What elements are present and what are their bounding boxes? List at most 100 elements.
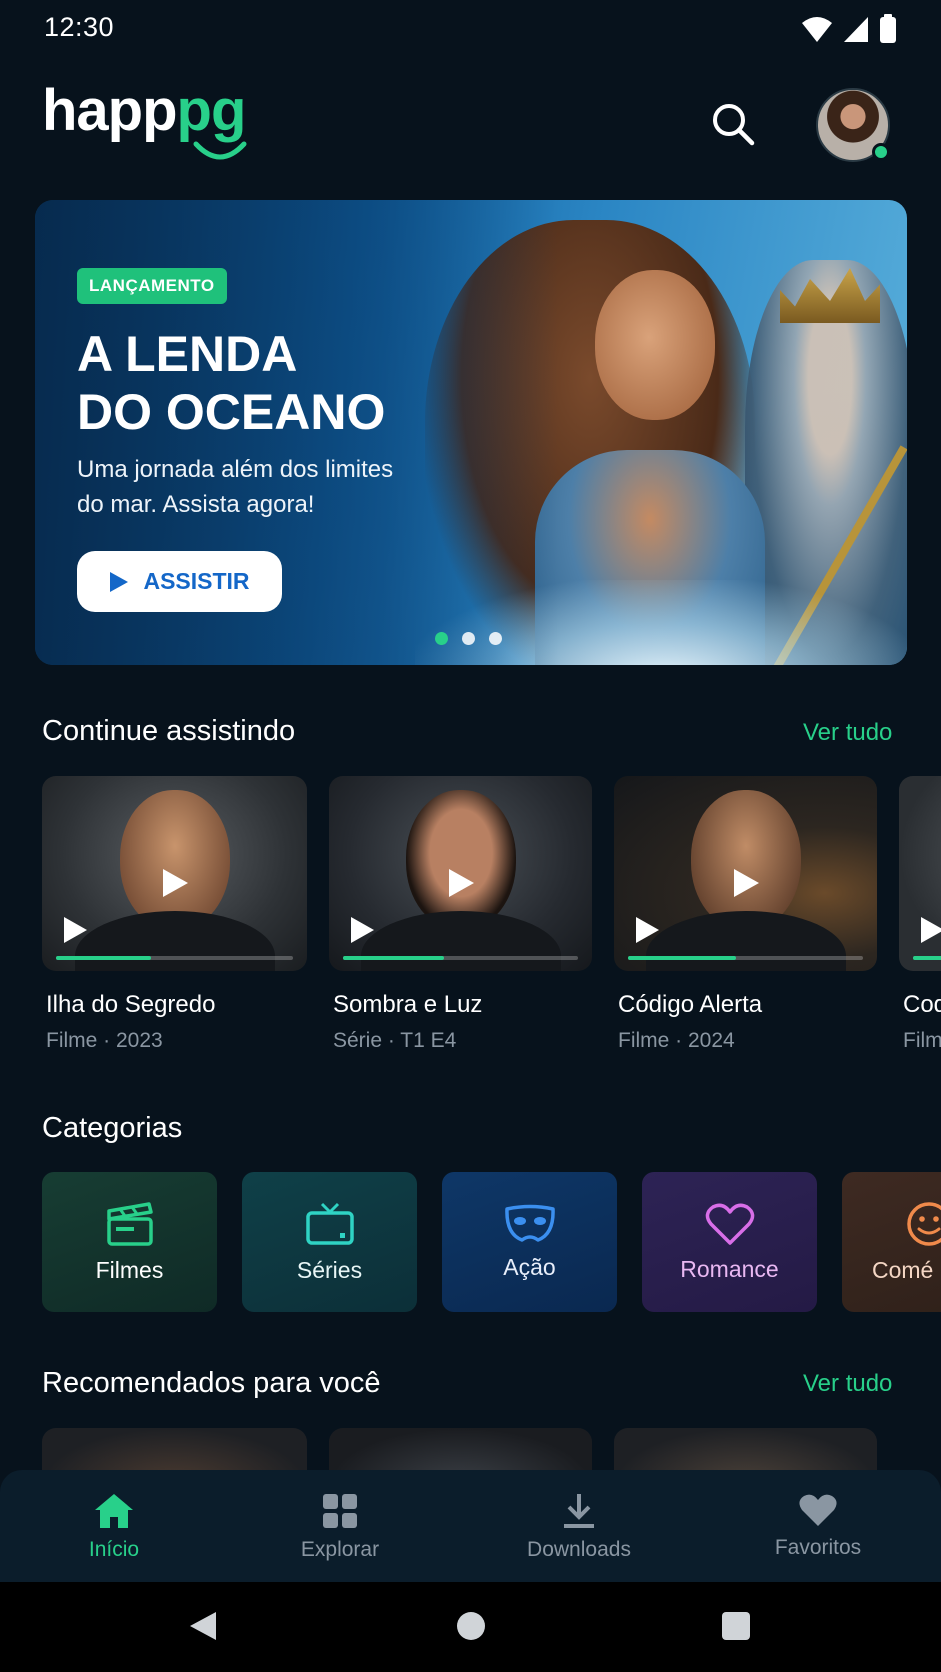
categories-row: Filmes Séries Ação Romance Comé	[42, 1172, 941, 1314]
category-films[interactable]: Filmes	[42, 1172, 217, 1312]
recommended-title: Recomendados para você	[42, 1367, 381, 1399]
hero-subtitle-line1: Uma jornada além dos limites	[77, 456, 394, 483]
home-icon	[95, 1494, 133, 1528]
play-icon	[64, 917, 87, 943]
continue-watching-title: Continue assistindo	[42, 715, 296, 747]
play-icon	[351, 917, 374, 943]
continue-watching-row: Ilha do Segredo Filme · 2023 Sombra e Lu…	[42, 776, 941, 1056]
category-action[interactable]: Ação	[442, 1172, 617, 1312]
continue-card-meta: Film	[903, 1029, 941, 1052]
bottom-navigation: Início Explorar Downloads Favoritos	[0, 1470, 941, 1582]
thumbnail-face	[119, 790, 230, 930]
play-icon	[921, 917, 941, 943]
tv-icon	[305, 1202, 354, 1245]
continue-card-meta: Série · T1 E4	[333, 1029, 457, 1052]
continue-card-thumbnail	[614, 776, 877, 971]
grid-icon	[323, 1494, 357, 1528]
continue-card-title: Cod	[903, 991, 941, 1018]
search-icon[interactable]	[709, 100, 757, 148]
continue-card-meta: Filme · 2023	[46, 1029, 163, 1052]
continue-card-thumbnail	[899, 776, 941, 971]
thumbnail-face	[690, 790, 801, 930]
logo-accent-text: pg	[176, 78, 247, 143]
wifi-icon	[802, 17, 832, 42]
watch-progress-bar	[343, 956, 578, 960]
signal-icon	[844, 17, 868, 42]
nav-explore[interactable]: Explorar	[260, 1492, 420, 1562]
download-icon	[564, 1494, 594, 1528]
carousel-dot[interactable]	[462, 632, 475, 645]
nav-label: Favoritos	[774, 1536, 862, 1559]
category-label: Comé	[872, 1256, 934, 1283]
thumbnail-shoulders	[360, 911, 561, 971]
continue-card-title: Ilha do Segredo	[46, 991, 216, 1018]
app-logo[interactable]: happpg	[42, 82, 246, 140]
continue-card-title: Código Alerta	[618, 991, 763, 1018]
category-romance[interactable]: Romance	[642, 1172, 817, 1312]
play-icon	[162, 869, 188, 897]
watch-progress-fill	[343, 956, 445, 960]
carousel-indicator	[435, 632, 502, 645]
heart-icon	[705, 1203, 754, 1245]
category-series[interactable]: Séries	[242, 1172, 417, 1312]
continue-card-title: Sombra e Luz	[333, 991, 483, 1018]
watch-progress-fill	[628, 956, 737, 960]
play-icon	[636, 917, 659, 943]
play-icon	[110, 571, 129, 592]
carousel-dot[interactable]	[489, 632, 502, 645]
category-label: Séries	[296, 1256, 363, 1283]
hero-subtitle: Uma jornada além dos limites do mar. Ass…	[77, 452, 457, 522]
continue-card[interactable]: Código Alerta Filme · 2024	[614, 776, 877, 1053]
continue-card-thumbnail	[42, 776, 307, 971]
thumbnail-shoulders	[645, 911, 846, 971]
nav-downloads[interactable]: Downloads	[499, 1492, 659, 1562]
continue-card[interactable]: Cod Film	[899, 776, 941, 1053]
online-status-dot	[872, 143, 890, 161]
continue-card-thumbnail	[329, 776, 592, 971]
back-icon[interactable]	[188, 1610, 218, 1642]
watch-progress-fill	[56, 956, 151, 960]
hero-subtitle-line2: do mar. Assista agora!	[77, 491, 315, 518]
continue-card[interactable]: Sombra e Luz Série · T1 E4	[329, 776, 592, 1053]
play-icon	[448, 869, 474, 897]
nav-label: Início	[88, 1538, 140, 1561]
hero-title-line2: DO OCEANO	[77, 384, 386, 440]
home-circle-icon[interactable]	[456, 1611, 486, 1641]
hero-banner[interactable]: LANÇAMENTO A LENDA DO OCEANO Uma jornada…	[35, 200, 907, 665]
nav-home[interactable]: Início	[34, 1492, 194, 1562]
nav-label: Downloads	[527, 1538, 631, 1561]
category-label: Romance	[680, 1255, 779, 1282]
category-label: Filmes	[95, 1256, 164, 1283]
recents-icon[interactable]	[722, 1612, 750, 1640]
carousel-dot[interactable]	[435, 632, 448, 645]
hero-title-line1: A LENDA	[77, 326, 298, 382]
battery-icon	[880, 14, 896, 43]
continue-card[interactable]: Ilha do Segredo Filme · 2023	[42, 776, 307, 1053]
watch-button[interactable]: ASSISTIR	[77, 551, 282, 612]
category-comedy[interactable]: Comé	[842, 1172, 941, 1312]
release-badge: LANÇAMENTO	[77, 268, 227, 304]
clapperboard-icon	[106, 1201, 153, 1246]
status-icons	[801, 14, 897, 44]
watch-progress-bar	[913, 956, 941, 960]
heart-icon	[799, 1494, 837, 1526]
mask-icon	[504, 1204, 555, 1242]
smiley-icon	[907, 1201, 941, 1246]
watch-progress-bar	[628, 956, 863, 960]
nav-favorites[interactable]: Favoritos	[738, 1492, 898, 1560]
status-bar: 12:30	[0, 0, 941, 56]
thumbnail-shoulders	[74, 911, 275, 971]
logo-smile-icon	[193, 141, 247, 160]
hero-title: A LENDA DO OCEANO	[77, 325, 497, 441]
continue-watching-see-all[interactable]: Ver tudo	[803, 719, 892, 747]
recommended-see-all[interactable]: Ver tudo	[803, 1370, 892, 1398]
watch-progress-fill	[913, 956, 941, 960]
watch-button-label: ASSISTIR	[143, 568, 250, 594]
logo-text: happ	[42, 78, 178, 143]
category-label: Ação	[503, 1253, 556, 1280]
system-navigation-bar	[0, 1582, 941, 1672]
categories-title: Categorias	[42, 1112, 183, 1144]
thumbnail-face	[405, 790, 516, 930]
continue-card-meta: Filme · 2024	[618, 1029, 735, 1052]
watch-progress-bar	[56, 956, 293, 960]
